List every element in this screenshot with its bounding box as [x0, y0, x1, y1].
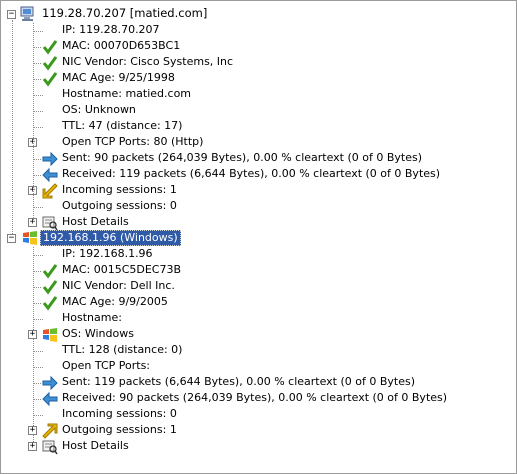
- host-title[interactable]: 192.168.1.96 (Windows): [40, 230, 181, 246]
- windows-logo-icon: [42, 327, 58, 343]
- blue-left-arrow-icon: [42, 391, 58, 407]
- host-mac: MAC: 00070D653BC1: [62, 39, 181, 52]
- host-nic-vendor: NIC Vendor: Dell Inc.: [62, 279, 175, 292]
- host-hostname: Hostname:: [62, 311, 122, 324]
- host-mac: MAC: 0015C5DEC73B: [62, 263, 182, 276]
- outgoing-session-icon: [42, 423, 58, 439]
- host-ttl: TTL: 47 (distance: 17): [62, 119, 183, 132]
- host-incoming-sessions[interactable]: Incoming sessions: 1: [62, 183, 177, 196]
- green-check-icon: [42, 279, 58, 295]
- blue-right-arrow-icon: [42, 151, 58, 167]
- host-outgoing-sessions: Outgoing sessions: 0: [62, 199, 177, 212]
- host-details[interactable]: Host Details: [62, 439, 129, 452]
- expand-toggle[interactable]: +: [28, 426, 37, 435]
- host-details[interactable]: Host Details: [62, 215, 129, 228]
- host-hostname: Hostname: matied.com: [62, 87, 192, 100]
- host-os[interactable]: OS: Windows: [62, 327, 134, 340]
- collapse-toggle[interactable]: −: [7, 10, 16, 19]
- host-tree[interactable]: − 119.28.70.207 [matied.com] IP: 119.28.…: [0, 0, 517, 474]
- green-check-icon: [42, 263, 58, 279]
- host-open-ports: Open TCP Ports:: [62, 359, 151, 372]
- host-mac-age: MAC Age: 9/25/1998: [62, 71, 175, 84]
- host-sent: Sent: 119 packets (6,644 Bytes), 0.00 % …: [62, 375, 416, 388]
- green-check-icon: [42, 39, 58, 55]
- green-check-icon: [42, 71, 58, 87]
- host-title[interactable]: 119.28.70.207 [matied.com]: [42, 6, 207, 20]
- host-nic-vendor: NIC Vendor: Cisco Systems, Inc: [62, 55, 234, 68]
- host-mac-age: MAC Age: 9/9/2005: [62, 295, 168, 308]
- green-check-icon: [42, 295, 58, 311]
- host-incoming-sessions: Incoming sessions: 0: [62, 407, 177, 420]
- windows-logo-icon: [22, 230, 38, 246]
- incoming-session-icon: [42, 183, 58, 199]
- host-ip: IP: 192.168.1.96: [62, 247, 153, 260]
- host-ip: IP: 119.28.70.207: [62, 23, 160, 36]
- expand-toggle[interactable]: +: [28, 442, 37, 451]
- host-open-ports[interactable]: Open TCP Ports: 80 (Http): [62, 135, 203, 148]
- green-check-icon: [42, 55, 58, 71]
- host-details-icon: [42, 439, 58, 455]
- host-sent: Sent: 90 packets (264,039 Bytes), 0.00 %…: [62, 151, 423, 164]
- host-received: Received: 90 packets (264,039 Bytes), 0.…: [62, 391, 448, 404]
- host-received: Received: 119 packets (6,644 Bytes), 0.0…: [62, 167, 441, 180]
- host-outgoing-sessions[interactable]: Outgoing sessions: 1: [62, 423, 177, 436]
- computer-icon: [20, 6, 36, 22]
- expand-toggle[interactable]: +: [28, 330, 37, 339]
- blue-left-arrow-icon: [42, 167, 58, 183]
- host-details-icon: [42, 215, 58, 231]
- blue-right-arrow-icon: [42, 375, 58, 391]
- host-ttl: TTL: 128 (distance: 0): [62, 343, 183, 356]
- collapse-toggle[interactable]: −: [7, 234, 16, 243]
- host-os: OS: Unknown: [62, 103, 136, 116]
